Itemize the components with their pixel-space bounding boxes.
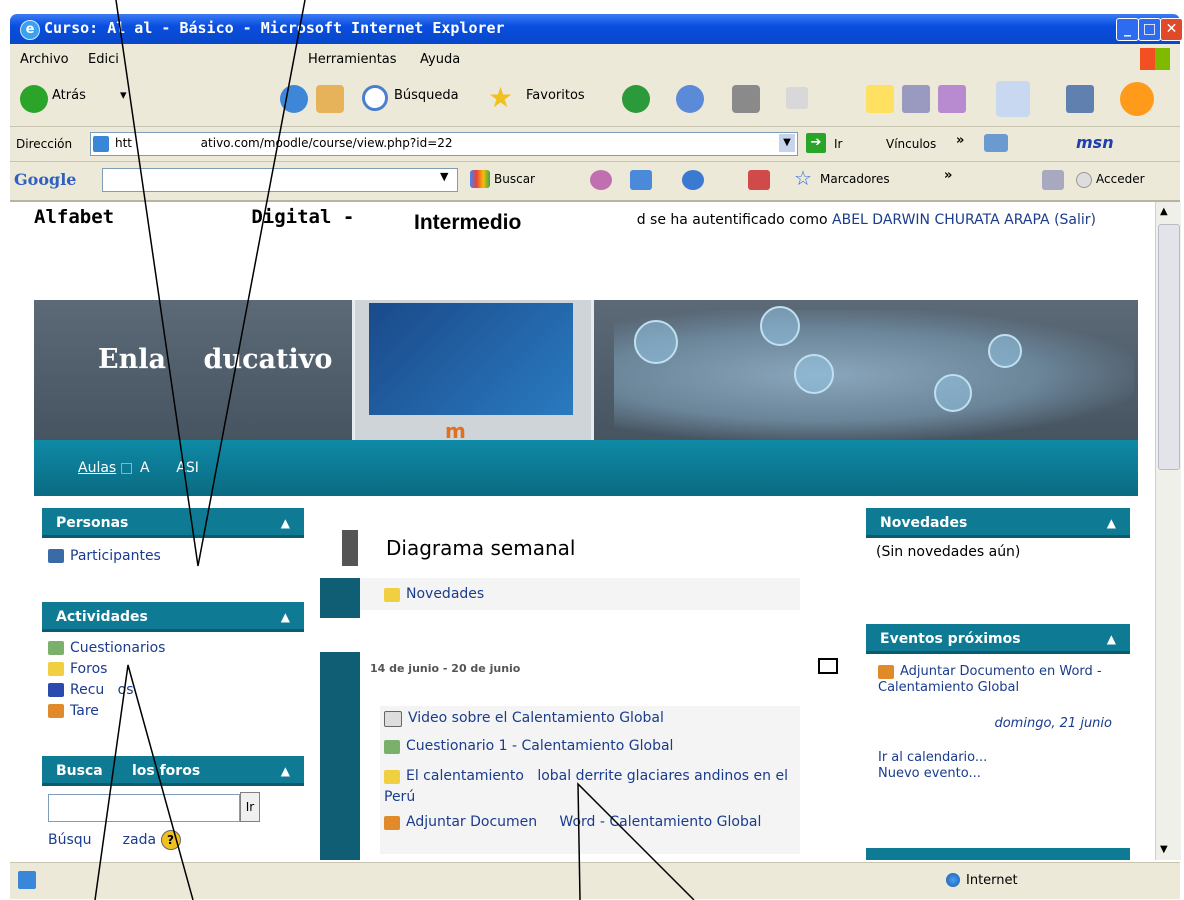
annotation-v-bottom-left	[94, 664, 194, 900]
annotation-lines	[94, 0, 695, 900]
annotation-v-top	[115, 0, 306, 567]
annotation-v-bottom-center	[577, 782, 695, 900]
